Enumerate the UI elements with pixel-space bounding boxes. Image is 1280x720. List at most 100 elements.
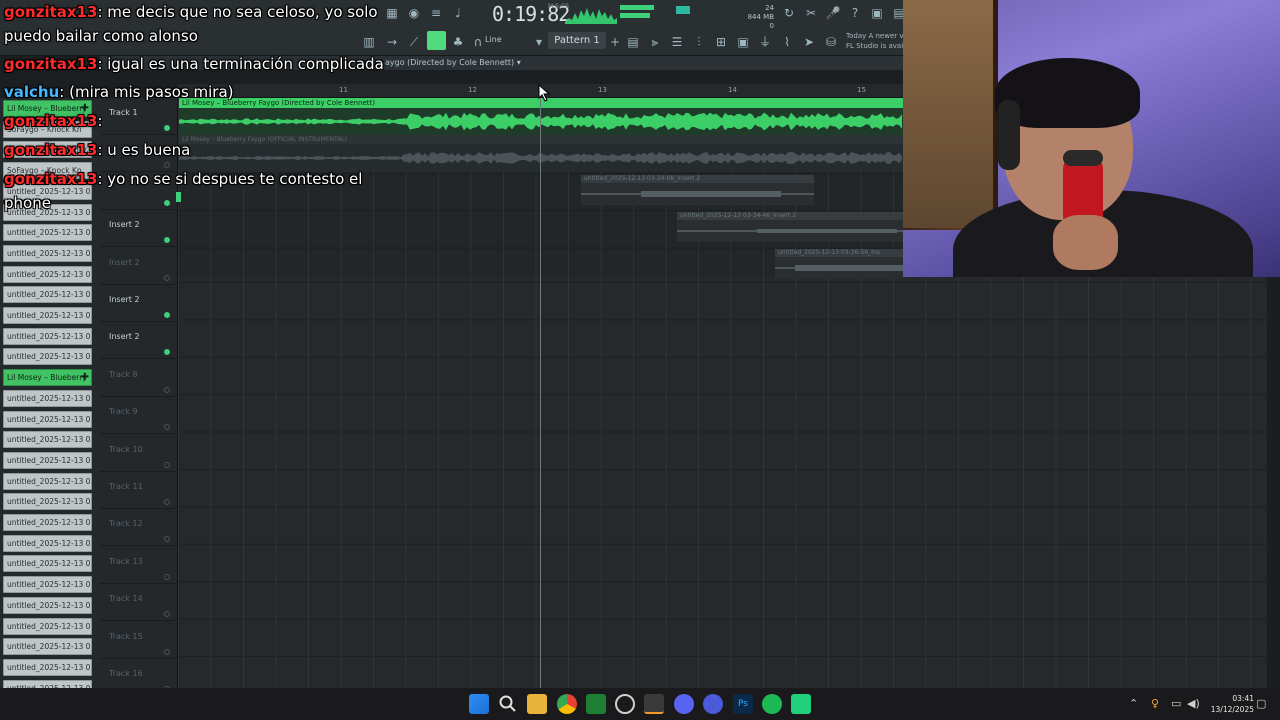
track-header[interactable]: Insert 2 bbox=[100, 322, 178, 360]
add-pattern-icon[interactable]: + bbox=[606, 33, 624, 51]
mixer-icon[interactable]: ☰ bbox=[668, 33, 686, 51]
track-header[interactable]: Track 12 bbox=[100, 509, 178, 547]
tempo-icon[interactable]: ♩ bbox=[449, 4, 467, 22]
track-mute-button[interactable] bbox=[164, 611, 170, 618]
picker-clip-item[interactable]: untitled_2025-12-13 03- bbox=[3, 534, 92, 552]
news-panel[interactable]: Today A newer ve FL Studio is availa bbox=[846, 31, 904, 51]
chat-username[interactable]: valchu bbox=[4, 83, 59, 101]
mixer-meter-icon[interactable]: ≡ bbox=[427, 4, 445, 22]
discord-icon[interactable] bbox=[674, 694, 694, 714]
track-mute-button[interactable] bbox=[164, 386, 170, 393]
track-header[interactable]: Track 14 bbox=[100, 584, 178, 622]
tool-icon[interactable]: ⌇ bbox=[778, 33, 796, 51]
track-mute-button[interactable] bbox=[164, 648, 170, 655]
track-mute-button[interactable] bbox=[164, 274, 170, 281]
audio-clip-main[interactable]: Lil Mosey – Blueberry Faygo (Directed by… bbox=[179, 98, 903, 135]
track-header[interactable]: Track 9 bbox=[100, 397, 178, 435]
recording-clip-3[interactable]: untitled_2025-12-13 03-36-56_Ins bbox=[775, 249, 903, 279]
obs-icon[interactable] bbox=[615, 694, 635, 714]
track-header[interactable]: Track 11 bbox=[100, 472, 178, 509]
picker-clip-item[interactable]: untitled_2025-12-13 03- bbox=[3, 307, 92, 324]
fl-studio-icon[interactable] bbox=[644, 694, 664, 714]
chrome-icon[interactable] bbox=[557, 694, 577, 714]
snap-select[interactable]: Line bbox=[485, 35, 502, 44]
track-mute-button[interactable] bbox=[164, 536, 170, 543]
picker-clip-item[interactable]: untitled_2025-12-13 03- bbox=[3, 617, 92, 635]
track-mute-button[interactable] bbox=[164, 424, 170, 431]
chat-username[interactable]: gonzitax13 bbox=[4, 3, 97, 21]
channel-rack-icon[interactable]: ⫸ bbox=[646, 33, 664, 51]
slice-icon[interactable]: ⟋ bbox=[405, 33, 423, 51]
chat-username[interactable]: gonzitax13 bbox=[4, 112, 97, 130]
cut-icon[interactable]: ✂ bbox=[802, 4, 820, 22]
chevron-down-icon[interactable]: ▾ bbox=[530, 33, 548, 51]
excel-icon[interactable] bbox=[586, 694, 606, 714]
sliders-icon[interactable]: ⫶ bbox=[690, 33, 708, 51]
microphone-tray-icon[interactable]: ♀ bbox=[1151, 697, 1159, 710]
picker-clip-item[interactable]: untitled_2025-12-13 03- bbox=[3, 410, 92, 428]
track-mute-button[interactable] bbox=[164, 199, 170, 206]
track-header[interactable]: Track 13 bbox=[100, 547, 178, 584]
volume-icon[interactable]: ◀) bbox=[1187, 697, 1200, 710]
save-icon[interactable]: ▣ bbox=[868, 4, 886, 22]
help-icon[interactable]: ? bbox=[846, 4, 864, 22]
track-mute-button[interactable] bbox=[164, 162, 170, 169]
playlist-title[interactable]: aygo (Directed by Cole Bennett) ▾ bbox=[385, 58, 521, 67]
picker-clip-item[interactable]: Lil Mosey – Blueberry ✚ bbox=[3, 369, 92, 387]
picker-clip-item[interactable]: untitled_2025-12-13 03- bbox=[3, 576, 92, 594]
picker-clip-item[interactable]: untitled_2025-12-13 03- bbox=[3, 638, 92, 656]
picker-clip-item[interactable]: untitled_2025-12-13 03- bbox=[3, 244, 92, 262]
plug-icon[interactable]: ⏚ bbox=[756, 33, 774, 51]
arrow-right-icon[interactable]: → bbox=[383, 33, 401, 51]
send-icon[interactable]: ➤ bbox=[800, 33, 818, 51]
picker-clip-item[interactable]: untitled_2025-12-13 03- bbox=[3, 493, 92, 511]
search-icon[interactable] bbox=[498, 694, 518, 714]
cart-icon[interactable]: ⛁ bbox=[822, 33, 840, 51]
track-header[interactable]: Track 1 bbox=[100, 98, 178, 135]
track-header[interactable]: Track 15 bbox=[100, 622, 178, 659]
track-mute-button[interactable] bbox=[164, 312, 170, 318]
track-header[interactable]: Track 8 bbox=[100, 360, 178, 397]
plugin-icon[interactable]: ▣ bbox=[734, 33, 752, 51]
chevron-up-icon[interactable]: ⌃ bbox=[1129, 697, 1138, 710]
chat-username[interactable]: gonzitax13 bbox=[4, 141, 97, 159]
browser-icon[interactable]: ⊞ bbox=[712, 33, 730, 51]
track-header[interactable]: Insert 2 bbox=[100, 248, 178, 285]
recording-clip-1[interactable]: untitled_2025-12-13 03-24-08_Insert 2 bbox=[581, 175, 814, 205]
pattern-song-icon[interactable]: ▦ bbox=[383, 4, 401, 22]
track-mute-button[interactable] bbox=[164, 461, 170, 468]
draw-tool-button[interactable] bbox=[427, 31, 446, 50]
picker-clip-item[interactable]: untitled_2025-12-13 03- bbox=[3, 389, 92, 407]
windows-start-icon[interactable] bbox=[469, 694, 489, 714]
photoshop-icon[interactable]: Ps bbox=[733, 694, 753, 714]
track-mute-button[interactable] bbox=[164, 125, 170, 131]
picker-clip-item[interactable]: untitled_2025-12-13 03- bbox=[3, 472, 92, 490]
pattern-selector[interactable]: Pattern 1 bbox=[548, 32, 606, 49]
track-mute-button[interactable] bbox=[164, 349, 170, 356]
audio-clip-instrumental[interactable]: Lil Mosey – Blueberry Faygo (OFFICIAL IN… bbox=[179, 135, 903, 172]
piano-icon[interactable]: ▥ bbox=[360, 33, 378, 51]
picker-clip-item[interactable]: untitled_2025-12-13 03- bbox=[3, 265, 92, 283]
notification-icon[interactable]: ▢ bbox=[1256, 697, 1266, 710]
picker-clip-item[interactable]: untitled_2025-12-13 03- bbox=[3, 348, 92, 366]
track-header[interactable]: Insert 2 bbox=[100, 285, 178, 322]
undo-icon[interactable]: ↻ bbox=[780, 4, 798, 22]
track-mute-button[interactable] bbox=[164, 237, 170, 244]
app-icon[interactable] bbox=[791, 694, 811, 714]
playhead[interactable] bbox=[540, 98, 541, 688]
file-explorer-icon[interactable] bbox=[527, 694, 547, 714]
playlist-icon[interactable]: ▤ bbox=[624, 33, 642, 51]
spotify-icon[interactable] bbox=[762, 694, 782, 714]
track-header[interactable]: Track 10 bbox=[100, 435, 178, 472]
track-header[interactable]: Insert 2 bbox=[100, 210, 178, 248]
vertical-scrollbar[interactable] bbox=[1267, 277, 1280, 688]
chat-username[interactable]: gonzitax13 bbox=[4, 55, 97, 73]
recording-icon[interactable]: ◉ bbox=[405, 4, 423, 22]
track-mute-button[interactable] bbox=[164, 573, 170, 580]
microphone-icon[interactable]: 🎤 bbox=[824, 4, 842, 22]
plus-icon[interactable]: ✚ bbox=[81, 370, 89, 385]
picker-clip-item[interactable]: untitled_2025-12-13 03- bbox=[3, 431, 92, 449]
picker-clip-item[interactable]: untitled_2025-12-13 03- bbox=[3, 658, 92, 676]
picker-clip-item[interactable]: untitled_2025-12-13 03- bbox=[3, 596, 92, 614]
picker-clip-item[interactable]: untitled_2025-12-13 03- bbox=[3, 327, 92, 345]
